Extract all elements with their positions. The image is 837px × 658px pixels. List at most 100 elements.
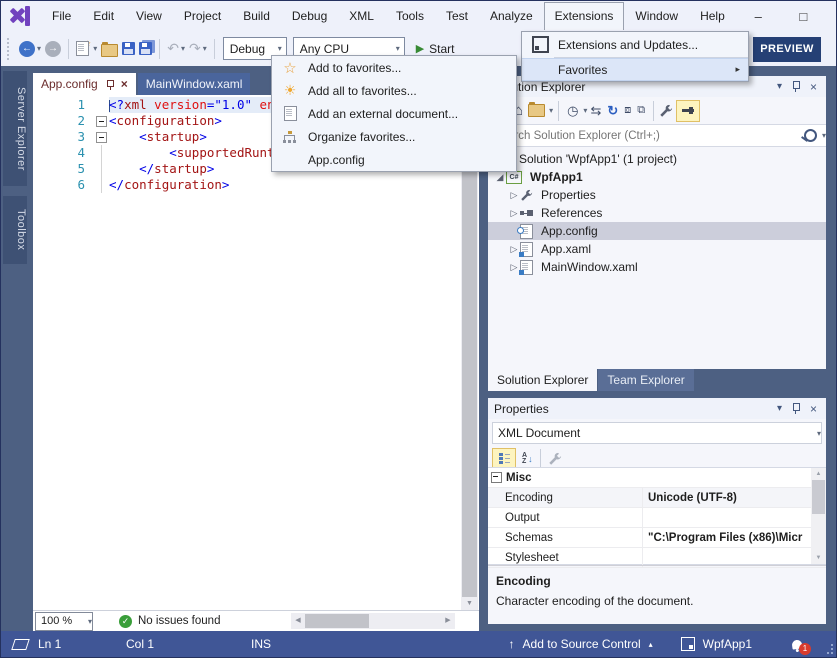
status-line[interactable]: Ln 1 xyxy=(38,637,126,651)
sync-with-active-document-icon[interactable]: ⇆ xyxy=(590,103,601,119)
window-position-icon[interactable]: ▾ xyxy=(777,403,782,414)
menu-help[interactable]: Help xyxy=(689,2,736,30)
solution-explorer-bottom-tab[interactable]: Solution Explorer xyxy=(488,369,597,391)
menu-edit[interactable]: Edit xyxy=(82,2,125,30)
tree-row-project[interactable]: ◢ C# WpfApp1 xyxy=(488,168,826,186)
menu-project[interactable]: Project xyxy=(173,2,232,30)
property-row-encoding[interactable]: Encoding Unicode (UTF-8) xyxy=(488,488,826,508)
editor-zoom-combo[interactable]: 100 % ▾ xyxy=(35,612,93,631)
menu-item-extensions-and-updates[interactable]: Extensions and Updates... xyxy=(522,32,748,57)
editor-horizontal-scrollbar[interactable]: ◀ ▶ xyxy=(291,613,455,629)
pin-icon[interactable] xyxy=(792,403,800,414)
navigate-back-button[interactable]: ← ▾ xyxy=(19,41,41,57)
undo-button[interactable]: ↶ ▾ xyxy=(167,40,185,57)
close-icon[interactable]: × xyxy=(810,402,817,416)
save-all-button[interactable] xyxy=(139,42,152,55)
show-all-files-icon[interactable]: ⧉ xyxy=(637,104,645,117)
fold-margin[interactable] xyxy=(95,129,109,145)
refresh-icon[interactable]: ↻ xyxy=(607,103,618,119)
property-row-output[interactable]: Output xyxy=(488,508,826,528)
menu-debug[interactable]: Debug xyxy=(281,2,338,30)
menu-item-add-all-to-favorites[interactable]: ☀ Add all to favorites... xyxy=(272,79,516,102)
chevron-down-icon[interactable]: ▾ xyxy=(822,131,826,140)
save-button[interactable] xyxy=(122,42,135,55)
scrollbar-thumb[interactable] xyxy=(812,480,825,514)
tree-row-solution[interactable]: Solution 'WpfApp1' (1 project) xyxy=(488,150,826,168)
open-file-button[interactable] xyxy=(101,41,118,57)
toolbar-grip[interactable] xyxy=(7,38,11,60)
category-row[interactable]: Misc xyxy=(488,468,826,488)
document-health-indicator[interactable]: ✓ No issues found xyxy=(119,615,220,628)
scroll-right-icon[interactable]: ▶ xyxy=(441,613,455,629)
menu-build[interactable]: Build xyxy=(232,2,281,30)
fold-margin[interactable] xyxy=(95,113,109,129)
menu-item-add-to-favorites[interactable]: ☆ Add to favorites... xyxy=(272,56,516,79)
close-icon[interactable]: × xyxy=(121,77,128,91)
property-pages-wrench-icon[interactable] xyxy=(548,452,562,466)
notifications-button[interactable]: 1 xyxy=(792,640,802,649)
status-insert-mode[interactable]: INS xyxy=(251,637,371,651)
alphabetical-sort-button[interactable]: AZ ↓ xyxy=(522,449,533,469)
redo-button[interactable]: ↷ ▾ xyxy=(189,40,207,57)
menu-item-organize-favorites[interactable]: Organize favorites... xyxy=(272,125,516,148)
pin-icon[interactable] xyxy=(792,81,800,92)
menu-view[interactable]: View xyxy=(125,2,173,30)
code-line[interactable]: 6 </configuration> xyxy=(33,177,461,193)
menu-test[interactable]: Test xyxy=(435,2,479,30)
close-button[interactable]: × xyxy=(826,9,837,24)
scrollbar-thumb[interactable] xyxy=(305,614,369,628)
menu-tools[interactable]: Tools xyxy=(385,2,435,30)
object-type-combo[interactable]: XML Document ▾ xyxy=(492,422,822,444)
menu-file[interactable]: File xyxy=(41,2,82,30)
menu-item-favorites[interactable]: Favorites ▸ xyxy=(522,58,748,81)
expanded-arrow-icon[interactable]: ◢ xyxy=(494,172,506,183)
collapse-all-icon[interactable]: ⧈ xyxy=(624,104,631,117)
menu-item-add-external-document[interactable]: Add an external document... xyxy=(272,102,516,125)
feedback-icon[interactable] xyxy=(11,639,30,650)
tab-mainwindow-xaml[interactable]: MainWindow.xaml xyxy=(138,73,251,95)
menu-window[interactable]: Window xyxy=(624,2,689,30)
scroll-down-icon[interactable]: ▼ xyxy=(811,552,826,564)
collapsed-arrow-icon[interactable]: ▷ xyxy=(508,190,520,201)
resize-grip[interactable] xyxy=(823,644,833,654)
pin-icon[interactable] xyxy=(106,80,115,89)
add-to-source-control-button[interactable]: ↑ Add to Source Control ▴ xyxy=(509,637,653,651)
preview-selected-items-toggle[interactable] xyxy=(676,100,700,122)
preview-button[interactable]: PREVIEW xyxy=(753,37,821,62)
toolbox-tab[interactable]: Toolbox xyxy=(3,196,27,264)
tree-row-app-config[interactable]: App.config xyxy=(488,222,826,240)
property-row-schemas[interactable]: Schemas "C:\Program Files (x86)\Micr xyxy=(488,528,826,548)
menu-extensions[interactable]: Extensions xyxy=(544,2,625,30)
collapse-box-icon[interactable] xyxy=(96,132,107,143)
switch-views-icon[interactable] xyxy=(528,104,545,117)
maximize-button[interactable]: □ xyxy=(781,9,826,24)
grid-scrollbar[interactable]: ▲ ▼ xyxy=(811,468,826,564)
project-indicator[interactable]: WpfApp1 xyxy=(681,637,752,651)
window-position-icon[interactable]: ▾ xyxy=(777,81,782,92)
tree-row-mainwindow-xaml[interactable]: ▷ MainWindow.xaml xyxy=(488,258,826,276)
pending-changes-filter-icon[interactable]: ◷ xyxy=(567,103,578,119)
status-column[interactable]: Col 1 xyxy=(126,637,251,651)
navigate-forward-button[interactable]: → xyxy=(45,41,61,57)
team-explorer-bottom-tab[interactable]: Team Explorer xyxy=(598,369,693,391)
scroll-down-icon[interactable]: ▼ xyxy=(461,597,478,611)
editor-vertical-scrollbar[interactable]: ▲ ▼ xyxy=(461,95,478,611)
properties-wrench-icon[interactable] xyxy=(659,104,673,118)
new-file-button[interactable]: ★ ▾ xyxy=(76,41,97,56)
server-explorer-tab[interactable]: Server Explorer xyxy=(3,71,27,186)
menu-xml[interactable]: XML xyxy=(338,2,385,30)
menu-item-app-config[interactable]: App.config xyxy=(272,148,516,171)
scroll-up-icon[interactable]: ▲ xyxy=(811,468,826,480)
collapsed-arrow-icon[interactable]: ▷ xyxy=(508,208,520,219)
search-input[interactable] xyxy=(488,129,804,143)
start-debugging-button[interactable]: ▶ Start xyxy=(416,42,455,56)
minimize-button[interactable]: – xyxy=(736,9,781,24)
tree-row-references[interactable]: ▷ References xyxy=(488,204,826,222)
scroll-left-icon[interactable]: ◀ xyxy=(291,613,305,629)
properties-header[interactable]: Properties ▾ × xyxy=(488,398,826,419)
collapse-category-icon[interactable] xyxy=(491,472,502,483)
tree-row-properties[interactable]: ▷ Properties xyxy=(488,186,826,204)
scrollbar-thumb[interactable] xyxy=(462,109,477,597)
close-icon[interactable]: × xyxy=(810,80,817,94)
tab-app-config[interactable]: App.config × xyxy=(33,73,136,95)
